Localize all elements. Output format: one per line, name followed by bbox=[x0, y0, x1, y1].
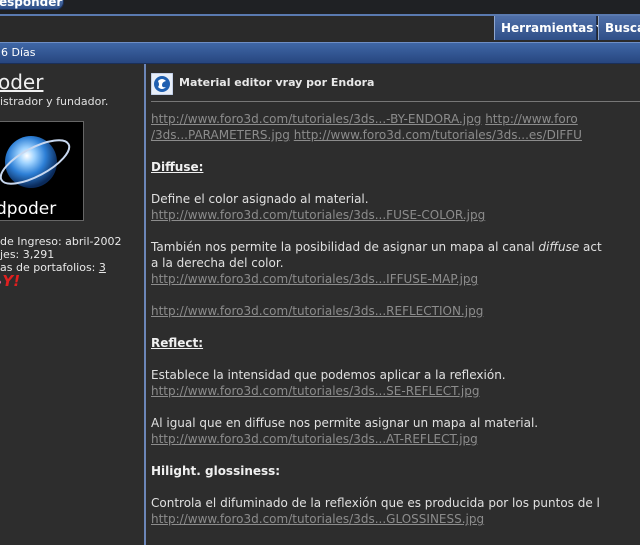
search-thread-button[interactable]: Buscar bbox=[598, 16, 640, 40]
avatar-image: dpoder bbox=[0, 122, 83, 220]
paragraph-text: Establece la intensidad que podemos apli… bbox=[151, 368, 506, 382]
paragraph-text: Al igual que en diffuse nos permite asig… bbox=[151, 416, 539, 430]
yahoo-badge-label: Y! bbox=[2, 272, 21, 290]
avatar: dpoder bbox=[0, 121, 84, 221]
top-bar: esponder bbox=[0, 0, 640, 14]
section-heading-reflect: Reflect: bbox=[151, 336, 204, 350]
paragraph-text-italic: diffuse bbox=[538, 240, 580, 254]
paragraph-text-part: act bbox=[579, 240, 602, 254]
image-link[interactable]: http://www.foro3d.com/tutoriales/3ds...I… bbox=[151, 272, 478, 286]
post-date: 6 Días bbox=[1, 46, 36, 59]
paragraph-text: También nos permite la posibilidad de as… bbox=[151, 240, 602, 254]
post-count: jes: 3,291 bbox=[0, 248, 55, 261]
3dsmax-logo-icon bbox=[151, 73, 173, 95]
search-thread-label: Buscar bbox=[605, 21, 640, 35]
image-link[interactable]: http://www.foro3d.com/tutoriales/3ds...S… bbox=[151, 384, 479, 398]
image-link[interactable]: http://www.foro3d.com/tutoriales/3ds...G… bbox=[151, 512, 484, 526]
image-link[interactable]: http://www.foro3d.com/tutoriales/3ds...A… bbox=[151, 432, 478, 446]
image-link[interactable]: http://www.foro3d.com/tutoriales/3ds...-… bbox=[151, 112, 481, 126]
image-link[interactable]: http://www.foro3d.com/tutoriales/3ds...R… bbox=[151, 304, 483, 318]
section-heading-glossiness: Hilight. glossiness: bbox=[151, 464, 281, 478]
user-title: istrador y fundador. bbox=[0, 95, 109, 108]
post-date-bar: 6 Días bbox=[0, 42, 640, 64]
tools-menu-button[interactable]: Herramientas bbox=[494, 16, 607, 40]
paragraph-text: Controla el difuminado de la reflexión q… bbox=[151, 496, 600, 510]
paragraph-text: a la derecha del color. bbox=[151, 256, 284, 270]
paragraph-text-part: También nos permite la posibilidad de as… bbox=[151, 240, 539, 254]
username-link[interactable]: oder bbox=[0, 70, 43, 94]
avatar-text: dpoder bbox=[0, 199, 56, 219]
yahoo-badge-icon[interactable]: •Y! bbox=[0, 272, 20, 290]
title-divider bbox=[151, 101, 640, 102]
section-heading-diffuse: Diffuse: bbox=[151, 160, 204, 174]
reply-button[interactable]: esponder bbox=[0, 0, 64, 10]
paragraph-text: Define el color asignado al material. bbox=[151, 192, 369, 206]
image-link[interactable]: http://www.foro3d.com/tutoriales/3ds...e… bbox=[294, 128, 582, 142]
thread-toolbar: Herramientas Buscar bbox=[0, 16, 640, 42]
post-content: Material editor vray por Endora http://w… bbox=[146, 64, 640, 545]
image-link[interactable]: http://www.foro3d.com/tutoriales/3ds...F… bbox=[151, 208, 485, 222]
image-link[interactable]: http://www.foro bbox=[485, 112, 578, 126]
image-link[interactable]: /3ds...PARAMETERS.jpg bbox=[151, 128, 290, 142]
user-info-panel: oder istrador y fundador. dpoder de Ingr… bbox=[0, 64, 144, 545]
tools-menu-label: Herramientas bbox=[501, 21, 594, 35]
post-title: Material editor vray por Endora bbox=[179, 76, 375, 89]
join-date: de Ingreso: abril-2002 bbox=[0, 235, 122, 248]
portfolio-count-link[interactable]: 3 bbox=[99, 261, 106, 274]
